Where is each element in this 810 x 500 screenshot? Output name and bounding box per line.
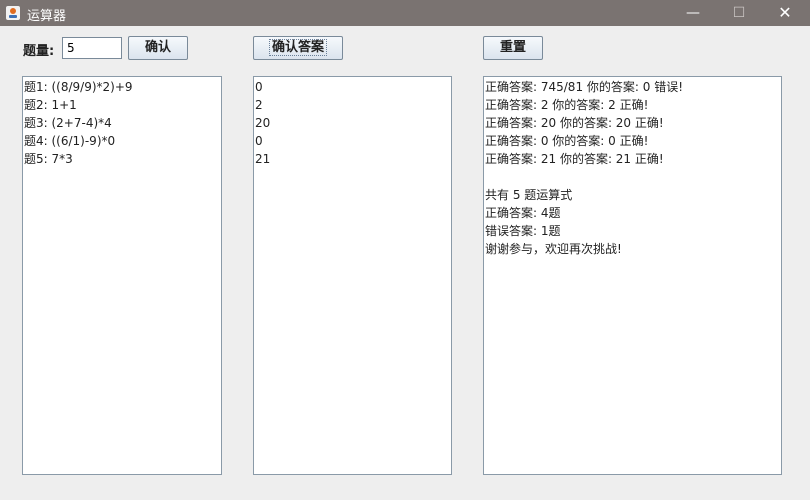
- answer-line: 0: [255, 134, 263, 148]
- result-line: 正确答案: 2 你的答案: 2 正确!: [485, 98, 649, 112]
- summary-correct: 正确答案: 4题: [485, 206, 561, 220]
- question-line: 题3: (2+7-4)*4: [24, 116, 112, 130]
- reset-button-label: 重置: [499, 40, 526, 55]
- result-line: 正确答案: 20 你的答案: 20 正确!: [485, 116, 664, 130]
- answer-line: 20: [255, 116, 271, 130]
- result-line: 正确答案: 21 你的答案: 21 正确!: [485, 152, 664, 166]
- question-count-input[interactable]: [62, 37, 122, 59]
- result-line: 正确答案: 0 你的答案: 0 正确!: [485, 134, 649, 148]
- result-line: 正确答案: 745/81 你的答案: 0 错误!: [485, 80, 684, 94]
- summary-thanks: 谢谢参与，欢迎再次挑战!: [485, 242, 622, 256]
- result-line: [485, 168, 781, 186]
- window-title: 运算器: [27, 9, 67, 24]
- confirm-answer-button[interactable]: 确认答案: [253, 36, 343, 60]
- answer-line: 0: [255, 80, 263, 94]
- question-count-label: 题量:: [23, 44, 55, 59]
- question-line: 题5: 7*3: [24, 152, 73, 166]
- reset-button[interactable]: 重置: [483, 36, 543, 60]
- confirm-button-label: 确认: [144, 40, 171, 55]
- questions-text-area[interactable]: 题1: ((8/9/9)*2)+9 题2: 1+1 题3: (2+7-4)*4 …: [22, 76, 222, 475]
- answer-line: 2: [255, 98, 263, 112]
- results-text-area[interactable]: 正确答案: 745/81 你的答案: 0 错误! 正确答案: 2 你的答案: 2…: [483, 76, 782, 475]
- question-line: 题1: ((8/9/9)*2)+9: [24, 80, 133, 94]
- answers-text-area[interactable]: 0 2 20 0 21: [253, 76, 452, 475]
- title-bar: 运算器 — ☐ ✕: [0, 0, 810, 26]
- java-app-icon: [6, 6, 20, 20]
- answer-line: 21: [255, 152, 271, 166]
- maximize-button[interactable]: ☐: [716, 0, 762, 26]
- minimize-button[interactable]: —: [670, 0, 716, 26]
- summary-total: 共有 5 题运算式: [485, 188, 573, 202]
- question-line: 题2: 1+1: [24, 98, 77, 112]
- close-button[interactable]: ✕: [762, 0, 808, 26]
- summary-wrong: 错误答案: 1题: [485, 224, 561, 238]
- question-line: 题4: ((6/1)-9)*0: [24, 134, 116, 148]
- confirm-answer-button-label: 确认答案: [268, 39, 328, 56]
- confirm-button[interactable]: 确认: [128, 36, 188, 60]
